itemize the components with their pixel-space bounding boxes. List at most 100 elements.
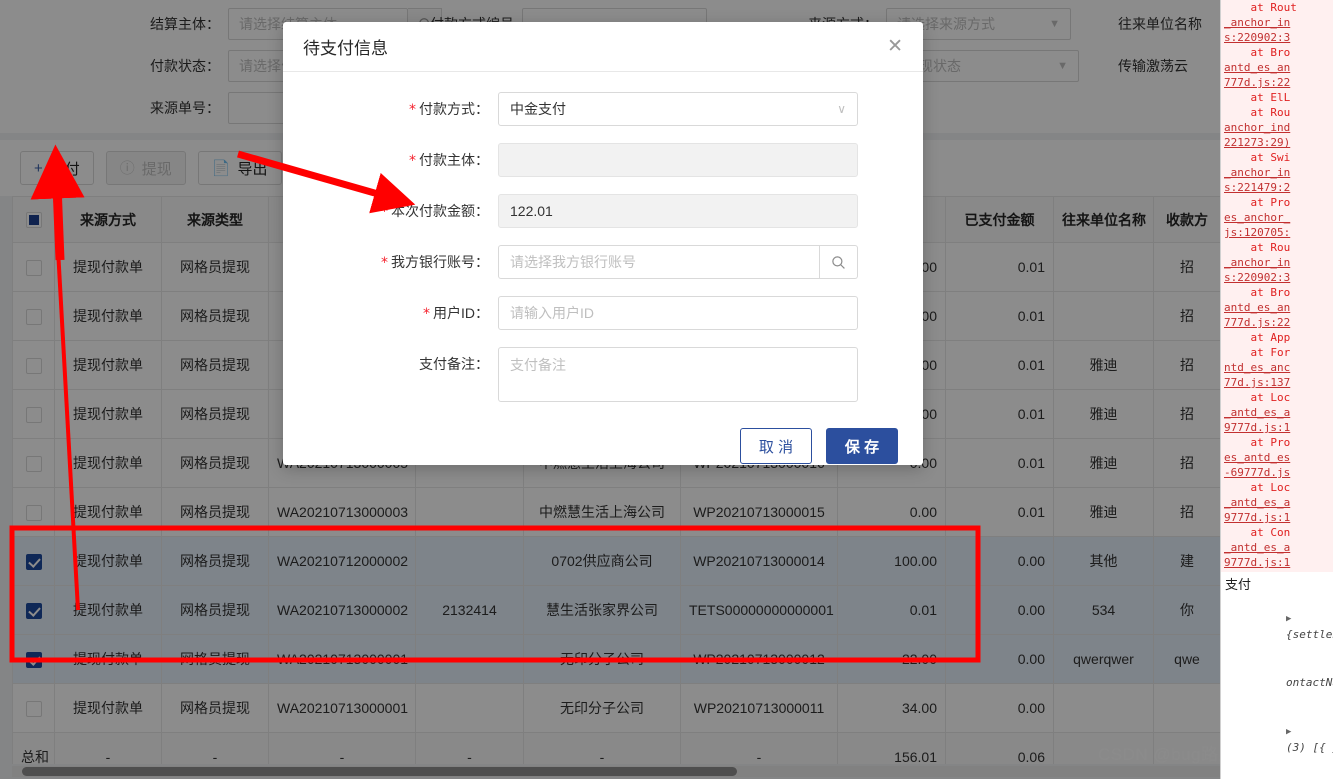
console-source-link[interactable]: _antd_es_a xyxy=(1224,495,1330,510)
console-source-link[interactable]: 777d.js:22 xyxy=(1224,315,1330,330)
chevron-down-icon: ∨ xyxy=(837,102,846,116)
form-label-text: 付款主体： xyxy=(419,152,489,168)
form-label: * 付款方式： xyxy=(283,92,498,127)
form-row: * 用户ID： 请输入用户ID xyxy=(283,296,898,331)
console-log-object-1[interactable]: ▶ {settleEn xyxy=(1225,594,1333,659)
console-source-link[interactable]: 9777d.js:1 xyxy=(1224,555,1330,570)
console-error-line: at Rou xyxy=(1224,241,1291,254)
console-source-link[interactable]: s:220902:3 xyxy=(1224,270,1330,285)
form-label-text: 我方银行账号： xyxy=(391,254,489,270)
console-log-object-2-text: ontactNam xyxy=(1285,676,1333,689)
console-error-line: at Swi xyxy=(1224,151,1291,164)
console-source-link[interactable]: _anchor_in xyxy=(1224,255,1330,270)
console-log-object-3-text: (3) [{ } xyxy=(1285,741,1333,754)
console-source-link[interactable]: ntd_es_anc xyxy=(1224,360,1330,375)
triangle-right-icon[interactable]: ▶ xyxy=(1286,614,1291,624)
console-error-line: at Rou xyxy=(1224,106,1291,119)
required-asterisk-icon: * xyxy=(409,102,416,118)
form-label-text: 用户ID： xyxy=(433,305,489,321)
save-button[interactable]: 保 存 xyxy=(826,428,898,464)
form-label: * 付款主体： xyxy=(283,143,498,178)
console-error-line: at Pro xyxy=(1224,436,1291,449)
form-row: * 付款方式： 中金支付 ∨ xyxy=(283,92,898,127)
bank-account-input[interactable]: 请选择我方银行账号 xyxy=(498,245,820,279)
console-source-link[interactable]: _antd_es_a xyxy=(1224,540,1330,555)
console-source-link[interactable]: _anchor_in xyxy=(1224,165,1330,180)
console-error-line: at App xyxy=(1224,331,1291,344)
console-source-link[interactable]: antd_es_an xyxy=(1224,60,1330,75)
console-source-link[interactable]: es_antd_es xyxy=(1224,450,1330,465)
form-control: 支付备注 xyxy=(498,347,858,402)
bank-account-value: 请选择我方银行账号 xyxy=(510,254,636,270)
console-error-line: at Pro xyxy=(1224,196,1291,209)
console-source-link[interactable]: _anchor_in xyxy=(1224,15,1330,30)
console-source-link[interactable]: 777d.js:22 xyxy=(1224,75,1330,90)
console-error-line: at Loc xyxy=(1224,481,1291,494)
triangle-right-icon[interactable]: ▶ xyxy=(1286,727,1291,737)
console-log-object-3[interactable]: ▶ (3) [{ } xyxy=(1225,707,1333,772)
form-input-4[interactable]: 请输入用户ID xyxy=(498,296,858,330)
console-source-link[interactable]: 9777d.js:1 xyxy=(1224,420,1330,435)
console-error-line: at ElL xyxy=(1224,91,1291,104)
form-control: 122.01 xyxy=(498,194,858,228)
modal-footer: 取 消 保 存 xyxy=(283,418,923,464)
form-input-value: 122.01 xyxy=(510,203,553,219)
console-log-object-4[interactable]: ▶ (3) [{ } xyxy=(1225,772,1329,779)
form-label: * 用户ID： xyxy=(283,296,498,331)
form-control: 请选择我方银行账号 xyxy=(498,245,858,279)
form-input-2: 122.01 xyxy=(498,194,858,228)
console-source-link[interactable]: -69777d.js xyxy=(1224,465,1330,480)
console-error-stack: at Rout _anchor_in s:220902:3 at Bro antd_e… xyxy=(1221,0,1333,572)
modal-header: 待支付信息 ✕ xyxy=(283,22,923,72)
screen: 结算主体： 请选择结算主体 付款状态： 请选择付款状态 ▼ 来源单号： xyxy=(0,0,1333,779)
cancel-button[interactable]: 取 消 xyxy=(740,428,812,464)
console-log-object-2: ontactNam xyxy=(1225,659,1333,707)
form-input-0[interactable]: 中金支付 ∨ xyxy=(498,92,858,126)
form-label-text: 付款方式： xyxy=(419,101,489,117)
console-error-line: at Con xyxy=(1224,526,1291,539)
console-error-line: at For xyxy=(1224,346,1291,359)
console-error-line: at Rout xyxy=(1224,1,1297,14)
required-asterisk-icon: * xyxy=(381,204,388,220)
form-row: 支付备注： 支付备注 xyxy=(283,347,898,402)
form-label: * 我方银行账号： xyxy=(283,245,498,280)
console-source-link[interactable]: s:221479:2 xyxy=(1224,180,1330,195)
console-log-label: 支付 xyxy=(1225,577,1252,592)
required-asterisk-icon: * xyxy=(381,255,388,271)
console-source-link[interactable]: 77d.js:137 xyxy=(1224,375,1330,390)
search-icon[interactable] xyxy=(820,245,858,279)
bank-account-group: 请选择我方银行账号 xyxy=(498,245,858,279)
form-control: 请输入用户ID xyxy=(498,296,858,330)
form-row: * 本次付款金额： 122.01 xyxy=(283,194,898,229)
console-source-link[interactable]: antd_es_an xyxy=(1224,300,1330,315)
required-asterisk-icon: * xyxy=(423,306,430,322)
console-error-line: at Loc xyxy=(1224,391,1291,404)
form-control xyxy=(498,143,858,177)
form-input-value: 请输入用户ID xyxy=(510,305,594,321)
console-log-object-1-text: {settleEn xyxy=(1285,628,1333,641)
payment-note-textarea[interactable]: 支付备注 xyxy=(498,347,858,402)
console-source-link[interactable]: _antd_es_a xyxy=(1224,405,1330,420)
pending-payment-modal: 待支付信息 ✕ * 付款方式： 中金支付 ∨ * 付款主体： * 本次付款金额： 122.01 *… xyxy=(283,22,923,465)
console-source-link[interactable]: s:220902:3 xyxy=(1224,30,1330,45)
console-source-link[interactable]: es_anchor_ xyxy=(1224,210,1330,225)
console-log-group: 支付 ▶ {settleEn ontactNam ▶ (3) [{ } ▶ (3… xyxy=(1221,572,1333,779)
form-row: * 付款主体： xyxy=(283,143,898,178)
required-asterisk-icon: * xyxy=(409,153,416,169)
form-label-text: 本次付款金额： xyxy=(391,203,489,219)
form-label-text: 支付备注： xyxy=(419,356,489,372)
devtools-console-panel[interactable]: at Rout _anchor_in s:220902:3 at Bro antd_e… xyxy=(1220,0,1333,779)
form-input-value: 中金支付 xyxy=(510,101,566,117)
console-source-link[interactable]: js:120705: xyxy=(1224,225,1330,240)
form-label: * 本次付款金额： xyxy=(283,194,498,229)
console-source-link[interactable]: anchor_ind xyxy=(1224,120,1330,135)
close-icon[interactable]: ✕ xyxy=(887,37,903,56)
console-error-line: at Bro xyxy=(1224,46,1291,59)
console-error-line: at Bro xyxy=(1224,286,1291,299)
modal-body: * 付款方式： 中金支付 ∨ * 付款主体： * 本次付款金额： 122.01 * 我方银行账号：请… xyxy=(283,72,923,402)
console-source-link[interactable]: 9777d.js:1 xyxy=(1224,510,1330,525)
form-row: * 我方银行账号： 请选择我方银行账号 xyxy=(283,245,898,280)
form-input-1 xyxy=(498,143,858,177)
console-source-link[interactable]: 221273:29) xyxy=(1224,135,1330,150)
form-control: 中金支付 ∨ xyxy=(498,92,858,126)
